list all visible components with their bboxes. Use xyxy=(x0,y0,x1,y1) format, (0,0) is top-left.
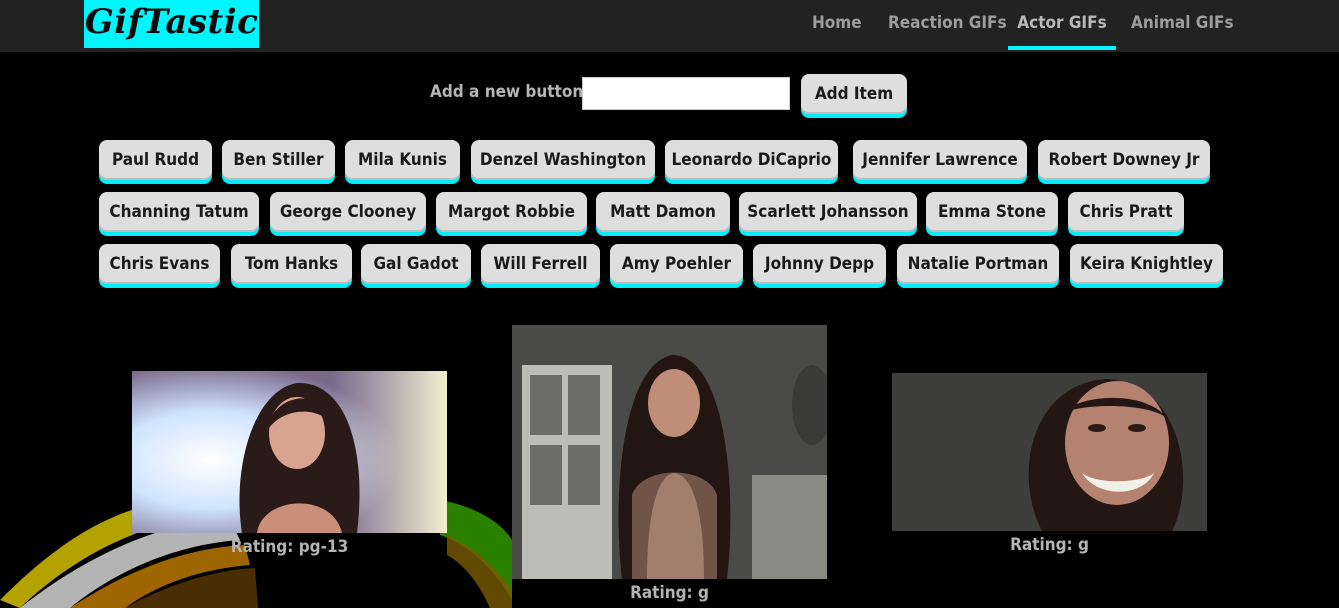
topic-button-ben-stiller[interactable]: Ben Stiller xyxy=(222,140,335,180)
topic-button-george-clooney[interactable]: George Clooney xyxy=(270,192,426,232)
topic-button-denzel-washington[interactable]: Denzel Washington xyxy=(471,140,655,180)
gif-rating: Rating: g xyxy=(1010,535,1089,555)
topic-button-tom-hanks[interactable]: Tom Hanks xyxy=(231,244,352,284)
topic-button-margot-robbie[interactable]: Margot Robbie xyxy=(436,192,587,232)
topic-button-keira-knightley[interactable]: Keira Knightley xyxy=(1070,244,1223,284)
topic-button-channing-tatum[interactable]: Channing Tatum xyxy=(99,192,259,232)
topic-button-mila-kunis[interactable]: Mila Kunis xyxy=(345,140,460,180)
topic-button-leonardo-dicaprio[interactable]: Leonardo DiCaprio xyxy=(665,140,838,180)
gif-card: Rating: g xyxy=(512,325,827,608)
add-button-label: Add a new button: xyxy=(430,82,590,102)
navbar: GifTastic Home Reaction GIFs Actor GIFs … xyxy=(0,0,1339,52)
topic-button-amy-poehler[interactable]: Amy Poehler xyxy=(610,244,743,284)
new-topic-input[interactable] xyxy=(582,77,790,110)
nav-link-home[interactable]: Home xyxy=(812,0,862,46)
page: GifTastic Home Reaction GIFs Actor GIFs … xyxy=(0,0,1339,608)
add-item-button[interactable]: Add Item xyxy=(801,74,907,114)
topic-button-johnny-depp[interactable]: Johnny Depp xyxy=(753,244,886,284)
nav-link-reaction-gifs[interactable]: Reaction GIFs xyxy=(888,0,1007,46)
gif-rating: Rating: pg-13 xyxy=(230,537,349,557)
nav-link-actor-gifs[interactable]: Actor GIFs xyxy=(1008,0,1116,50)
gif-image[interactable] xyxy=(892,373,1207,531)
topic-button-will-ferrell[interactable]: Will Ferrell xyxy=(481,244,600,284)
gif-rating: Rating: g xyxy=(630,583,709,603)
topic-button-emma-stone[interactable]: Emma Stone xyxy=(926,192,1058,232)
topic-button-matt-damon[interactable]: Matt Damon xyxy=(596,192,730,232)
topic-button-robert-downey-jr[interactable]: Robert Downey Jr xyxy=(1038,140,1210,180)
topic-button-natalie-portman[interactable]: Natalie Portman xyxy=(897,244,1059,284)
gif-image[interactable] xyxy=(132,371,447,533)
topic-button-chris-pratt[interactable]: Chris Pratt xyxy=(1068,192,1184,232)
gif-card: Rating: pg-13 xyxy=(132,371,447,561)
brand-logo[interactable]: GifTastic xyxy=(84,0,259,48)
gif-image[interactable] xyxy=(512,325,827,579)
topic-button-scarlett-johansson[interactable]: Scarlett Johansson xyxy=(739,192,917,232)
topic-button-chris-evans[interactable]: Chris Evans xyxy=(99,244,220,284)
gif-card: Rating: g xyxy=(892,373,1207,563)
topic-button-jennifer-lawrence[interactable]: Jennifer Lawrence xyxy=(853,140,1027,180)
nav-link-animal-gifs[interactable]: Animal GIFs xyxy=(1131,0,1234,46)
topic-button-gal-gadot[interactable]: Gal Gadot xyxy=(361,244,471,284)
topic-button-paul-rudd[interactable]: Paul Rudd xyxy=(99,140,212,180)
